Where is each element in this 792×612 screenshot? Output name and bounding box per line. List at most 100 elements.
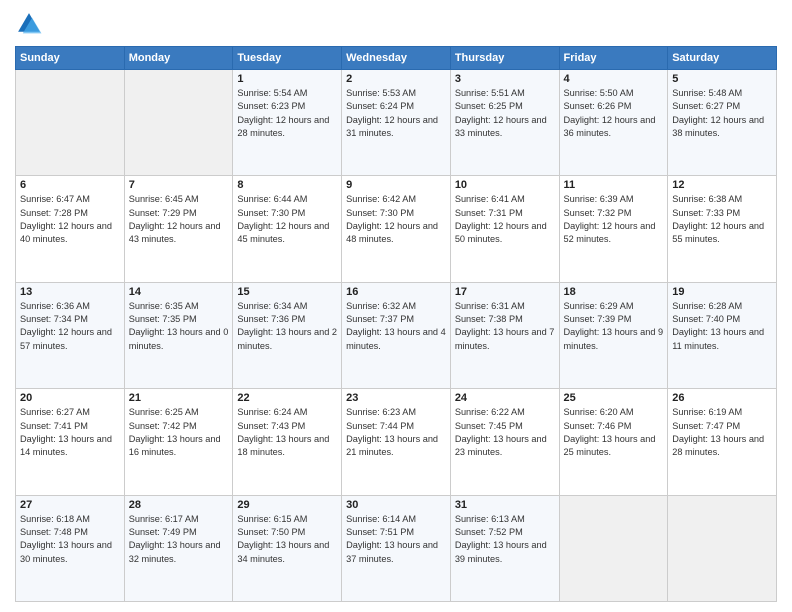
day-number: 29	[237, 499, 337, 511]
day-number: 25	[564, 392, 664, 404]
day-info: Sunrise: 5:53 AMSunset: 6:24 PMDaylight:…	[346, 87, 446, 140]
calendar-cell	[16, 70, 125, 176]
calendar-cell: 21 Sunrise: 6:25 AMSunset: 7:42 PMDayligh…	[124, 389, 233, 495]
calendar-table: SundayMondayTuesdayWednesdayThursdayFrid…	[15, 46, 777, 602]
day-info: Sunrise: 6:45 AMSunset: 7:29 PMDaylight:…	[129, 193, 229, 246]
calendar-cell: 22 Sunrise: 6:24 AMSunset: 7:43 PMDayligh…	[233, 389, 342, 495]
day-info: Sunrise: 6:39 AMSunset: 7:32 PMDaylight:…	[564, 193, 664, 246]
calendar-cell: 4 Sunrise: 5:50 AMSunset: 6:26 PMDaylight…	[559, 70, 668, 176]
day-info: Sunrise: 6:42 AMSunset: 7:30 PMDaylight:…	[346, 193, 446, 246]
day-number: 12	[672, 179, 772, 191]
day-info: Sunrise: 6:18 AMSunset: 7:48 PMDaylight:…	[20, 513, 120, 566]
day-number: 21	[129, 392, 229, 404]
day-number: 31	[455, 499, 555, 511]
day-info: Sunrise: 5:48 AMSunset: 6:27 PMDaylight:…	[672, 87, 772, 140]
day-number: 24	[455, 392, 555, 404]
day-info: Sunrise: 6:44 AMSunset: 7:30 PMDaylight:…	[237, 193, 337, 246]
calendar-cell: 9 Sunrise: 6:42 AMSunset: 7:30 PMDaylight…	[342, 176, 451, 282]
day-number: 11	[564, 179, 664, 191]
day-number: 17	[455, 286, 555, 298]
day-info: Sunrise: 6:14 AMSunset: 7:51 PMDaylight:…	[346, 513, 446, 566]
day-info: Sunrise: 6:36 AMSunset: 7:34 PMDaylight:…	[20, 300, 120, 353]
calendar-cell	[559, 495, 668, 601]
calendar-cell: 19 Sunrise: 6:28 AMSunset: 7:40 PMDayligh…	[668, 282, 777, 388]
calendar-cell: 29Sunrise: 6:15 AMSunset: 7:50 PMDayligh…	[233, 495, 342, 601]
day-number: 5	[672, 73, 772, 85]
page: SundayMondayTuesdayWednesdayThursdayFrid…	[0, 0, 792, 612]
logo	[15, 10, 47, 38]
weekday-header-thursday: Thursday	[450, 47, 559, 70]
day-info: Sunrise: 6:27 AMSunset: 7:41 PMDaylight:…	[20, 406, 120, 459]
calendar-cell: 20 Sunrise: 6:27 AMSunset: 7:41 PMDayligh…	[16, 389, 125, 495]
day-number: 3	[455, 73, 555, 85]
day-info: Sunrise: 6:28 AMSunset: 7:40 PMDaylight:…	[672, 300, 772, 353]
weekday-header-monday: Monday	[124, 47, 233, 70]
calendar-week-1: 1 Sunrise: 5:54 AMSunset: 6:23 PMDaylight…	[16, 70, 777, 176]
day-number: 8	[237, 179, 337, 191]
calendar-cell: 13 Sunrise: 6:36 AMSunset: 7:34 PMDayligh…	[16, 282, 125, 388]
day-info: Sunrise: 6:20 AMSunset: 7:46 PMDaylight:…	[564, 406, 664, 459]
calendar-cell: 1 Sunrise: 5:54 AMSunset: 6:23 PMDaylight…	[233, 70, 342, 176]
day-number: 28	[129, 499, 229, 511]
day-info: Sunrise: 5:50 AMSunset: 6:26 PMDaylight:…	[564, 87, 664, 140]
day-info: Sunrise: 6:22 AMSunset: 7:45 PMDaylight:…	[455, 406, 555, 459]
day-info: Sunrise: 6:41 AMSunset: 7:31 PMDaylight:…	[455, 193, 555, 246]
calendar-cell: 3 Sunrise: 5:51 AMSunset: 6:25 PMDaylight…	[450, 70, 559, 176]
day-number: 14	[129, 286, 229, 298]
day-number: 23	[346, 392, 446, 404]
day-number: 10	[455, 179, 555, 191]
calendar-cell: 5 Sunrise: 5:48 AMSunset: 6:27 PMDaylight…	[668, 70, 777, 176]
day-number: 19	[672, 286, 772, 298]
calendar-cell	[124, 70, 233, 176]
day-number: 9	[346, 179, 446, 191]
calendar-cell: 24 Sunrise: 6:22 AMSunset: 7:45 PMDayligh…	[450, 389, 559, 495]
calendar-week-5: 27Sunrise: 6:18 AMSunset: 7:48 PMDayligh…	[16, 495, 777, 601]
day-number: 15	[237, 286, 337, 298]
day-info: Sunrise: 6:38 AMSunset: 7:33 PMDaylight:…	[672, 193, 772, 246]
day-info: Sunrise: 6:13 AMSunset: 7:52 PMDaylight:…	[455, 513, 555, 566]
calendar-week-3: 13 Sunrise: 6:36 AMSunset: 7:34 PMDayligh…	[16, 282, 777, 388]
calendar-cell	[668, 495, 777, 601]
day-number: 16	[346, 286, 446, 298]
day-info: Sunrise: 6:17 AMSunset: 7:49 PMDaylight:…	[129, 513, 229, 566]
calendar-cell: 26 Sunrise: 6:19 AMSunset: 7:47 PMDayligh…	[668, 389, 777, 495]
day-info: Sunrise: 5:51 AMSunset: 6:25 PMDaylight:…	[455, 87, 555, 140]
day-info: Sunrise: 6:25 AMSunset: 7:42 PMDaylight:…	[129, 406, 229, 459]
calendar-cell: 30Sunrise: 6:14 AMSunset: 7:51 PMDayligh…	[342, 495, 451, 601]
day-number: 22	[237, 392, 337, 404]
calendar-cell: 2 Sunrise: 5:53 AMSunset: 6:24 PMDaylight…	[342, 70, 451, 176]
day-number: 7	[129, 179, 229, 191]
calendar-cell: 27Sunrise: 6:18 AMSunset: 7:48 PMDayligh…	[16, 495, 125, 601]
calendar-cell: 23Sunrise: 6:23 AMSunset: 7:44 PMDayligh…	[342, 389, 451, 495]
calendar-week-4: 20 Sunrise: 6:27 AMSunset: 7:41 PMDayligh…	[16, 389, 777, 495]
day-number: 26	[672, 392, 772, 404]
day-info: Sunrise: 5:54 AMSunset: 6:23 PMDaylight:…	[237, 87, 337, 140]
day-info: Sunrise: 6:24 AMSunset: 7:43 PMDaylight:…	[237, 406, 337, 459]
weekday-header-saturday: Saturday	[668, 47, 777, 70]
calendar-cell: 31 Sunrise: 6:13 AMSunset: 7:52 PMDayligh…	[450, 495, 559, 601]
header	[15, 10, 777, 38]
day-number: 20	[20, 392, 120, 404]
weekday-header-row: SundayMondayTuesdayWednesdayThursdayFrid…	[16, 47, 777, 70]
weekday-header-wednesday: Wednesday	[342, 47, 451, 70]
day-number: 1	[237, 73, 337, 85]
calendar-week-2: 6Sunrise: 6:47 AMSunset: 7:28 PMDaylight…	[16, 176, 777, 282]
calendar-cell: 10 Sunrise: 6:41 AMSunset: 7:31 PMDayligh…	[450, 176, 559, 282]
day-info: Sunrise: 6:34 AMSunset: 7:36 PMDaylight:…	[237, 300, 337, 353]
day-info: Sunrise: 6:19 AMSunset: 7:47 PMDaylight:…	[672, 406, 772, 459]
weekday-header-sunday: Sunday	[16, 47, 125, 70]
day-info: Sunrise: 6:35 AMSunset: 7:35 PMDaylight:…	[129, 300, 229, 353]
calendar-cell: 12 Sunrise: 6:38 AMSunset: 7:33 PMDayligh…	[668, 176, 777, 282]
day-number: 2	[346, 73, 446, 85]
day-info: Sunrise: 6:29 AMSunset: 7:39 PMDaylight:…	[564, 300, 664, 353]
calendar-cell: 11 Sunrise: 6:39 AMSunset: 7:32 PMDayligh…	[559, 176, 668, 282]
calendar-cell: 7 Sunrise: 6:45 AMSunset: 7:29 PMDaylight…	[124, 176, 233, 282]
day-number: 6	[20, 179, 120, 191]
calendar-cell: 8 Sunrise: 6:44 AMSunset: 7:30 PMDaylight…	[233, 176, 342, 282]
calendar-cell: 18Sunrise: 6:29 AMSunset: 7:39 PMDayligh…	[559, 282, 668, 388]
day-number: 13	[20, 286, 120, 298]
day-info: Sunrise: 6:32 AMSunset: 7:37 PMDaylight:…	[346, 300, 446, 353]
calendar-cell: 15 Sunrise: 6:34 AMSunset: 7:36 PMDayligh…	[233, 282, 342, 388]
calendar-cell: 14 Sunrise: 6:35 AMSunset: 7:35 PMDayligh…	[124, 282, 233, 388]
day-number: 4	[564, 73, 664, 85]
